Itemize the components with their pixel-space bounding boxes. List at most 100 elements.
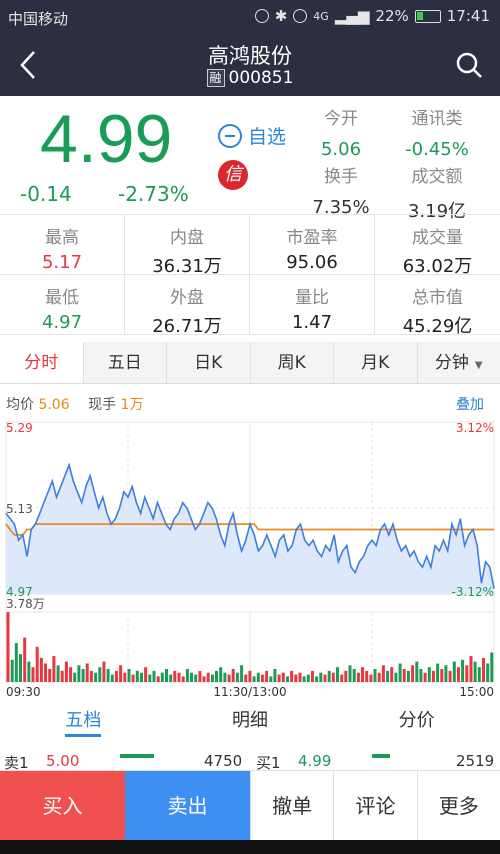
sell-button[interactable]: 卖出 [125, 771, 250, 840]
volume-bar [444, 665, 448, 682]
tab-intraday[interactable]: 分时 [0, 342, 84, 383]
volume-bar [98, 667, 102, 682]
stat-label: 最高 [45, 228, 79, 248]
x-tick-midday: 11:30/13:00 [213, 685, 286, 699]
volume-bar [457, 667, 460, 682]
volume-bar [177, 672, 181, 682]
volume-bar [173, 670, 177, 682]
y-tick-mid: 5.13 [6, 502, 33, 516]
trade-action-bar: 买入 卖出 撤单 评论 更多 [0, 770, 500, 840]
volume-bar [419, 669, 423, 682]
volume-bar [352, 669, 356, 682]
sector-stat[interactable]: 通讯类 -0.45% [392, 104, 482, 160]
volume-bar [198, 670, 202, 682]
comment-button[interactable]: 评论 [333, 771, 417, 840]
tab-minute[interactable]: 分钟 ▼ [418, 342, 500, 383]
volume-bar [10, 659, 14, 682]
amount-label: 成交额 [411, 167, 463, 187]
volume-bar [152, 670, 156, 682]
volume-bar [6, 612, 10, 682]
volume-bar [156, 676, 160, 682]
sector-label: 通讯类 [411, 109, 463, 129]
volume-bar [398, 663, 402, 682]
stat-value: 1.47 [291, 312, 333, 333]
intraday-chart[interactable]: 5.29 5.13 4.97 3.12% -3.12% 3.78万 09:30 … [0, 416, 500, 700]
turnover-stat: 换手 7.35% [296, 162, 386, 218]
volume-bar [27, 661, 31, 682]
open-label: 今开 [324, 109, 358, 129]
volume-bar [294, 674, 298, 682]
tab-monthly-k[interactable]: 月K [334, 342, 418, 383]
volume-bar [298, 672, 302, 682]
credit-icon[interactable]: 信 [218, 160, 248, 190]
quote-summary: 4.99 -0.14 -2.73% 自选 信 今开 5.06 通讯类 -0.45… [0, 96, 500, 222]
tab-five-levels[interactable]: 五档 [0, 704, 167, 742]
volume-bar [48, 669, 52, 682]
volume-bar [394, 672, 398, 682]
network-type: 4G [313, 9, 329, 23]
volume-bar [240, 665, 244, 682]
tab-five-day[interactable]: 五日 [84, 342, 167, 383]
stat-value: 4.97 [41, 312, 83, 333]
buy-button[interactable]: 买入 [0, 771, 125, 840]
volume-max-label: 3.78万 [6, 597, 45, 611]
add-watchlist-button[interactable]: 自选 [218, 122, 286, 149]
volume-bar [269, 676, 273, 682]
stats-grid: 最高 5.17 内盘 36.31万 市盈率 95.06 成交量 63.02万 最低 4.9… [0, 214, 500, 337]
tab-minute-label: 分钟 [434, 353, 469, 373]
open-value: 5.06 [320, 139, 362, 160]
volume-bar [344, 670, 348, 682]
sector-value: -0.45% [405, 139, 469, 160]
overlay-button[interactable]: 叠加 [456, 394, 484, 414]
tab-weekly-k[interactable]: 周K [251, 342, 334, 383]
volume-bar [60, 670, 64, 682]
tab-price-distribution[interactable]: 分价 [333, 704, 500, 742]
volume-bar [39, 657, 43, 682]
volume-bar [227, 674, 231, 682]
volume-bar [185, 669, 189, 682]
clock: 17:41 [446, 7, 490, 25]
volume-bar [235, 672, 239, 682]
volume-bar [448, 670, 452, 682]
volume-bar [14, 643, 18, 682]
stat-high: 最高 5.17 [0, 215, 125, 275]
volume-bar [452, 661, 456, 682]
status-icons: ✱ 4G ▂▄▆ 22% 17:41 [254, 7, 490, 25]
stat-market-cap: 总市值 45.29亿 [375, 275, 500, 337]
volume-bar [135, 670, 139, 682]
more-button[interactable]: 更多 [416, 771, 500, 840]
volume-bar [465, 665, 469, 682]
volume-bar [356, 672, 360, 682]
volume-bar [490, 652, 494, 682]
volume-bar [210, 674, 214, 682]
tab-details[interactable]: 明细 [167, 704, 334, 742]
volume-bar [386, 670, 390, 682]
stat-label: 总市值 [412, 288, 463, 308]
volume-bar [390, 667, 394, 682]
volume-bar [169, 674, 173, 682]
watchlist-label: 自选 [248, 126, 287, 148]
volume-bar [427, 667, 431, 682]
stat-value: 45.29亿 [402, 316, 473, 337]
stock-name: 高鸿股份 [208, 44, 292, 68]
stat-low: 最低 4.97 [0, 275, 125, 335]
volume-bar [265, 670, 269, 682]
volume-bar [361, 667, 364, 682]
volume-bar [302, 676, 306, 682]
volume-bar [406, 670, 410, 682]
volume-bar [331, 672, 335, 682]
battery-percent: 22% [375, 7, 409, 25]
system-nav-bar [0, 840, 500, 854]
volume-bar [252, 676, 256, 682]
cancel-order-button[interactable]: 撤单 [250, 771, 334, 840]
last-price: 4.99 [40, 101, 173, 177]
x-tick-close: 15:00 [459, 685, 494, 699]
volume-bar [23, 637, 27, 682]
volume-bar [64, 661, 68, 682]
buy1-bar [372, 754, 390, 758]
avg-price-label: 均价 [6, 397, 34, 413]
hotspot-icon [254, 9, 269, 23]
tab-daily-k[interactable]: 日K [167, 342, 251, 383]
volume-bar [256, 672, 260, 682]
search-icon[interactable] [454, 50, 484, 80]
